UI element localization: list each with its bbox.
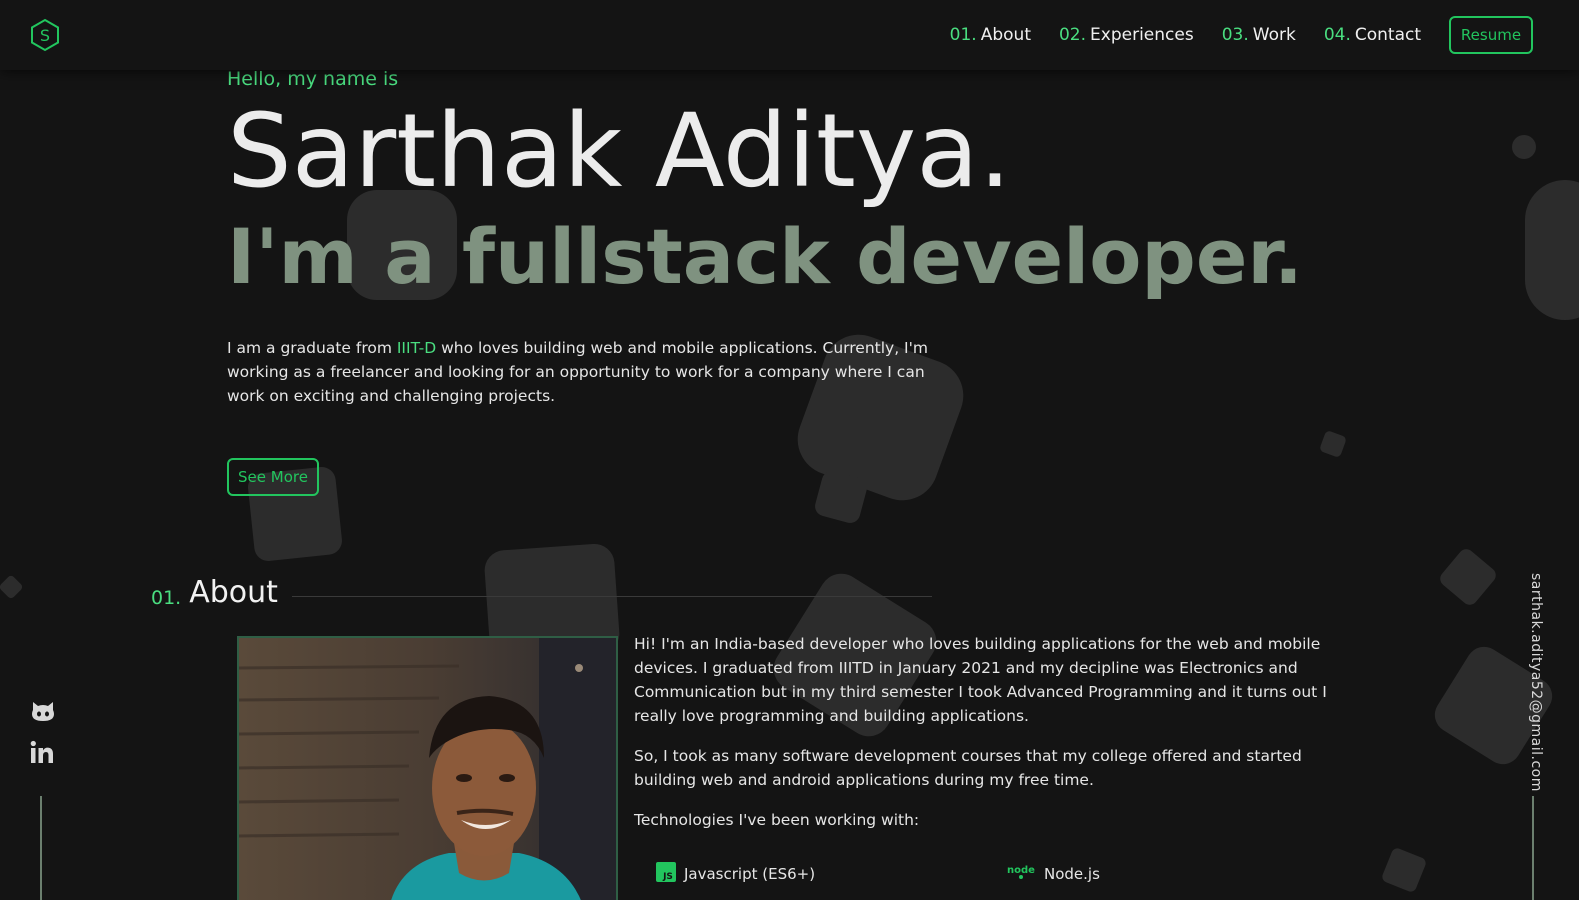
technology-label: Node.js xyxy=(1044,865,1100,883)
hero-section: Hello, my name is Sarthak Aditya. I'm a … xyxy=(227,68,1427,497)
nav-item-experiences[interactable]: 02. Experiences xyxy=(1059,25,1194,45)
nav-label: Contact xyxy=(1354,25,1421,45)
nodejs-icon: node xyxy=(1006,862,1036,886)
social-links xyxy=(30,700,56,782)
site-header: S 01. About 02. Experiences 03. Work 04. Con… xyxy=(0,0,1579,70)
svg-text:S: S xyxy=(40,26,50,45)
hexagon-s-logo-icon[interactable]: S xyxy=(29,18,61,52)
hero-name: Sarthak Aditya. xyxy=(227,92,1012,211)
github-icon[interactable] xyxy=(30,700,56,726)
technology-label: Javascript (ES6+) xyxy=(684,865,816,883)
hero-intro: I am a graduate from IIIT-D who loves bu… xyxy=(227,336,947,408)
nav-item-work[interactable]: 03. Work xyxy=(1222,25,1296,45)
nav-item-contact[interactable]: 04. Contact xyxy=(1324,25,1421,45)
main-nav: 01. About 02. Experiences 03. Work 04. Conta… xyxy=(922,16,1533,54)
svg-text:node: node xyxy=(1007,865,1035,876)
nav-number: 02. xyxy=(1058,25,1087,45)
hero-greeting: Hello, my name is xyxy=(227,68,399,90)
nav-number: 01. xyxy=(949,25,977,45)
about-paragraph: Hi! I'm an India-based developer who lov… xyxy=(634,635,1327,725)
section-number: 01. xyxy=(151,586,182,609)
svg-text:JS: JS xyxy=(662,872,673,882)
list-item: node Node.js xyxy=(1006,862,1356,886)
nav-item-about[interactable]: 01. About xyxy=(950,25,1031,45)
hero-tagline: I'm a fullstack developer. xyxy=(227,212,1303,302)
nav-number: 04. xyxy=(1323,25,1351,45)
decorative-shape xyxy=(1437,546,1499,608)
about-heading: 01. About xyxy=(151,575,932,610)
nav-number: 03. xyxy=(1221,25,1249,45)
technologies-list: JS Javascript (ES6+) node Node.js xyxy=(656,862,1356,886)
section-divider xyxy=(291,596,932,597)
about-paragraph: So, I took as many software development … xyxy=(634,747,1302,789)
profile-photo xyxy=(237,636,618,900)
intro-text: I am a graduate from xyxy=(227,339,397,358)
decorative-shape xyxy=(0,574,24,600)
list-item: JS Javascript (ES6+) xyxy=(656,862,1006,886)
about-text: Hi! I'm an India-based developer who lov… xyxy=(634,632,1354,848)
section-title: About xyxy=(189,575,278,610)
linkedin-icon[interactable] xyxy=(30,740,56,768)
decorative-shape xyxy=(1512,135,1536,159)
javascript-icon: JS xyxy=(656,862,676,886)
right-vertical-line xyxy=(1532,796,1534,900)
see-more-button[interactable]: See More xyxy=(227,458,319,497)
left-vertical-line xyxy=(40,796,42,900)
nav-label: About xyxy=(980,25,1031,45)
intro-highlight: IIIT-D xyxy=(396,339,437,358)
nav-label: Work xyxy=(1252,25,1296,45)
resume-button[interactable]: Resume xyxy=(1449,16,1533,54)
email-link[interactable]: sarthak.aditya52@gmail.com xyxy=(1522,573,1544,792)
decorative-shape xyxy=(1525,180,1579,320)
decorative-shape xyxy=(1380,846,1428,894)
nav-label: Experiences xyxy=(1090,25,1194,45)
about-paragraph: Technologies I've been working with: xyxy=(634,811,920,829)
